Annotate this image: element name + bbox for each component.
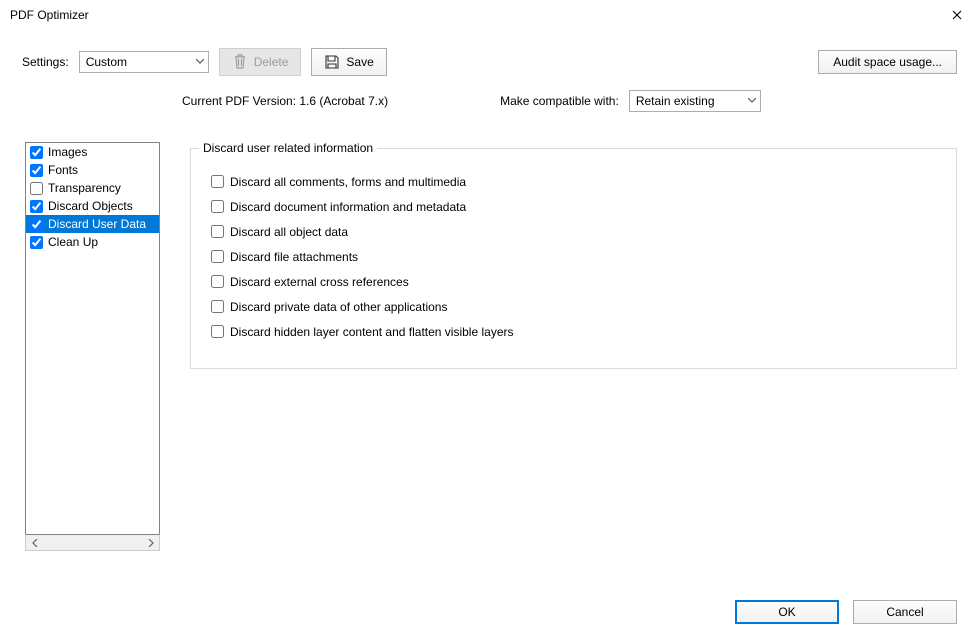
- close-icon: [952, 10, 962, 20]
- option-row: Discard all object data: [211, 221, 942, 242]
- content-area: Images Fonts Transparency Discard Objects Di…: [0, 112, 979, 551]
- category-checkbox[interactable]: [30, 236, 43, 249]
- delete-label: Delete: [254, 55, 289, 69]
- category-checkbox[interactable]: [30, 164, 43, 177]
- option-checkbox[interactable]: [211, 325, 224, 338]
- settings-value: Custom: [86, 55, 127, 69]
- option-row: Discard external cross references: [211, 271, 942, 292]
- category-item-discard-objects[interactable]: Discard Objects: [26, 197, 159, 215]
- audit-space-button[interactable]: Audit space usage...: [818, 50, 957, 74]
- option-row: Discard file attachments: [211, 246, 942, 267]
- category-checkbox[interactable]: [30, 200, 43, 213]
- compat-value: Retain existing: [636, 94, 715, 108]
- save-label: Save: [346, 55, 373, 69]
- option-row: Discard document information and metadat…: [211, 196, 942, 217]
- options-panel: Discard user related information Discard…: [190, 142, 957, 369]
- option-checkbox[interactable]: [211, 225, 224, 238]
- option-checkbox[interactable]: [211, 200, 224, 213]
- category-label: Fonts: [48, 163, 78, 177]
- option-label: Discard hidden layer content and flatten…: [230, 325, 514, 339]
- ok-button[interactable]: OK: [735, 600, 839, 624]
- option-label: Discard external cross references: [230, 275, 409, 289]
- delete-button: Delete: [219, 48, 302, 76]
- chevron-down-icon: [748, 98, 756, 104]
- settings-label: Settings:: [22, 55, 69, 69]
- ok-label: OK: [778, 605, 795, 619]
- option-label: Discard file attachments: [230, 250, 358, 264]
- audit-label: Audit space usage...: [833, 55, 942, 69]
- option-label: Discard all object data: [230, 225, 348, 239]
- category-checkbox[interactable]: [30, 182, 43, 195]
- cancel-label: Cancel: [886, 605, 923, 619]
- category-item-clean-up[interactable]: Clean Up: [26, 233, 159, 251]
- discard-user-fieldset: Discard user related information Discard…: [190, 148, 957, 369]
- category-box: Images Fonts Transparency Discard Objects Di…: [25, 142, 160, 551]
- option-checkbox[interactable]: [211, 250, 224, 263]
- current-version-label: Current PDF Version: 1.6 (Acrobat 7.x): [182, 94, 388, 108]
- category-item-images[interactable]: Images: [26, 143, 159, 161]
- scroll-left-icon[interactable]: [27, 535, 42, 550]
- scroll-right-icon[interactable]: [143, 535, 158, 550]
- option-checkbox[interactable]: [211, 275, 224, 288]
- category-checkbox[interactable]: [30, 146, 43, 159]
- category-label: Discard User Data: [48, 217, 146, 231]
- save-icon: [324, 54, 340, 70]
- cancel-button[interactable]: Cancel: [853, 600, 957, 624]
- info-row: Current PDF Version: 1.6 (Acrobat 7.x) M…: [0, 76, 979, 112]
- category-item-transparency[interactable]: Transparency: [26, 179, 159, 197]
- option-checkbox[interactable]: [211, 300, 224, 313]
- trash-icon: [232, 54, 248, 70]
- close-button[interactable]: [935, 0, 979, 30]
- dialog-footer: OK Cancel: [735, 600, 957, 624]
- option-label: Discard document information and metadat…: [230, 200, 466, 214]
- category-label: Transparency: [48, 181, 121, 195]
- save-button[interactable]: Save: [311, 48, 386, 76]
- category-checkbox[interactable]: [30, 218, 43, 231]
- category-item-discard-user-data[interactable]: Discard User Data: [26, 215, 159, 233]
- category-item-fonts[interactable]: Fonts: [26, 161, 159, 179]
- option-checkbox[interactable]: [211, 175, 224, 188]
- compat-label: Make compatible with:: [500, 94, 619, 108]
- category-label: Images: [48, 145, 87, 159]
- category-label: Discard Objects: [48, 199, 133, 213]
- option-label: Discard private data of other applicatio…: [230, 300, 447, 314]
- category-list[interactable]: Images Fonts Transparency Discard Objects Di…: [25, 142, 160, 534]
- compat-dropdown[interactable]: Retain existing: [629, 90, 761, 112]
- option-row: Discard private data of other applicatio…: [211, 296, 942, 317]
- option-label: Discard all comments, forms and multimed…: [230, 175, 466, 189]
- fieldset-legend: Discard user related information: [199, 141, 377, 155]
- settings-dropdown[interactable]: Custom: [79, 51, 209, 73]
- option-row: Discard hidden layer content and flatten…: [211, 321, 942, 342]
- option-row: Discard all comments, forms and multimed…: [211, 171, 942, 192]
- options-list: Discard all comments, forms and multimed…: [205, 171, 942, 342]
- window-title: PDF Optimizer: [10, 8, 89, 22]
- chevron-down-icon: [196, 59, 204, 65]
- settings-row: Settings: Custom Delete Save Audit space…: [0, 30, 979, 76]
- horizontal-scrollbar[interactable]: [25, 534, 160, 551]
- category-label: Clean Up: [48, 235, 98, 249]
- titlebar: PDF Optimizer: [0, 0, 979, 30]
